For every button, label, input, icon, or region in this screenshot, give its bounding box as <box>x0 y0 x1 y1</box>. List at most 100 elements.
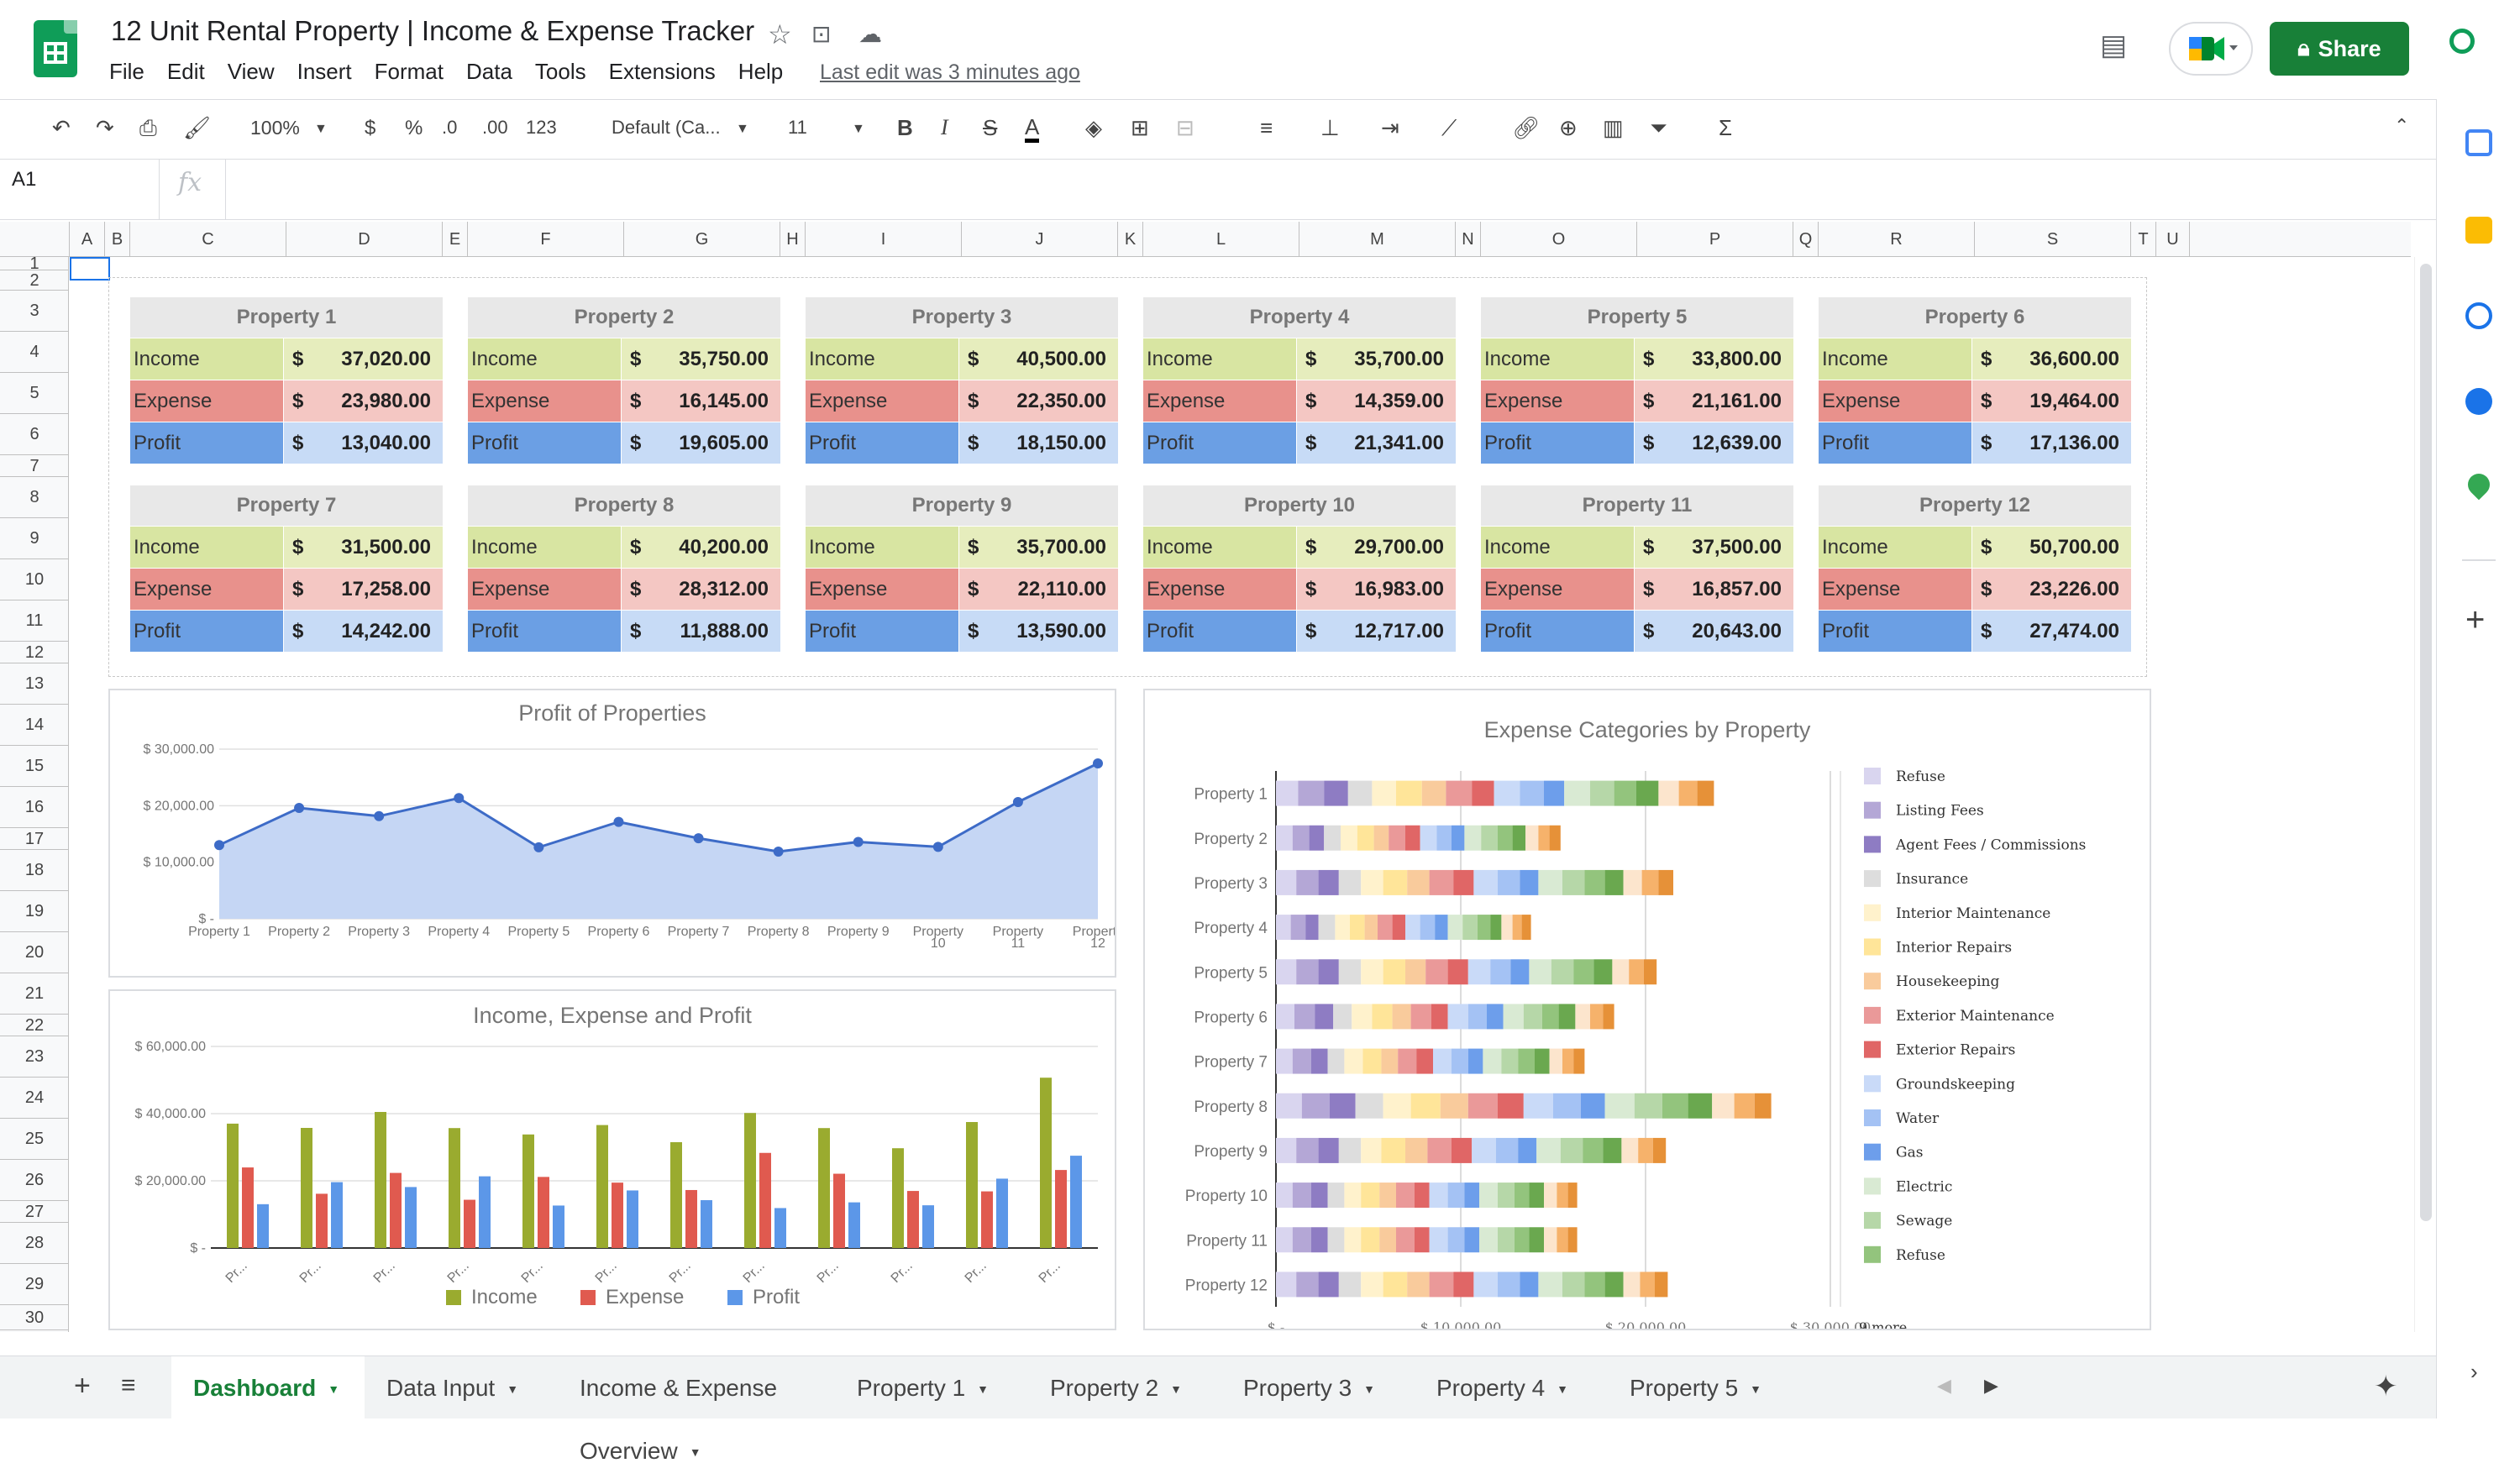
calendar-icon[interactable] <box>2465 129 2492 156</box>
font-dropdown-icon[interactable]: ▼ <box>736 122 749 137</box>
tabs-scroll-left-icon[interactable]: ◀ <box>1937 1375 1951 1397</box>
menu-edit[interactable]: Edit <box>167 59 205 85</box>
sheet-tab[interactable]: Income & Expense Overview ▼ <box>558 1356 835 1464</box>
print-icon[interactable]: ⎙ <box>139 115 157 142</box>
col-header-p[interactable]: P <box>1637 222 1793 257</box>
col-header-u[interactable]: U <box>2156 222 2190 257</box>
insert-link-icon[interactable]: 🔗︎ <box>1512 115 1540 141</box>
row-header-17[interactable]: 17 <box>0 828 69 850</box>
contacts-icon[interactable] <box>2465 388 2492 415</box>
percent-format[interactable]: % <box>405 117 423 140</box>
col-header-d[interactable]: D <box>286 222 443 257</box>
row-header-3[interactable]: 3 <box>0 291 69 332</box>
row-header-29[interactable]: 29 <box>0 1264 69 1305</box>
sheet-tab[interactable]: Property 2 ▼ <box>1028 1356 1221 1419</box>
strikethrough-icon[interactable]: S <box>983 115 997 141</box>
text-color-icon[interactable]: A <box>1025 115 1040 143</box>
row-header-22[interactable]: 22 <box>0 1015 69 1036</box>
row-header-23[interactable]: 23 <box>0 1036 69 1078</box>
formula-input[interactable] <box>225 160 2436 220</box>
row-header-5[interactable]: 5 <box>0 373 69 414</box>
menu-view[interactable]: View <box>228 59 275 85</box>
italic-icon[interactable]: I <box>941 115 948 140</box>
meet-button[interactable] <box>2169 22 2253 76</box>
font-select[interactable]: Default (Ca... <box>612 117 721 139</box>
comments-icon[interactable]: ▤ <box>2100 29 2127 62</box>
menu-tools[interactable]: Tools <box>535 59 586 85</box>
row-header-14[interactable]: 14 <box>0 705 69 746</box>
row-header-26[interactable]: 26 <box>0 1160 69 1201</box>
row-header-2[interactable]: 2 <box>0 270 69 291</box>
row-header-7[interactable]: 7 <box>0 455 69 477</box>
profit-chart[interactable]: Profit of Properties $ - $ 10,000.00 $ 20,… <box>108 689 1116 978</box>
text-rotation-icon[interactable]: ⟋ <box>1441 115 1457 142</box>
insert-comment-icon[interactable]: ⊕ <box>1559 115 1578 141</box>
col-header-g[interactable]: G <box>624 222 780 257</box>
row-header-18[interactable]: 18 <box>0 850 69 891</box>
zoom-select[interactable]: 100% <box>250 117 300 139</box>
tab-menu-icon[interactable]: ▼ <box>977 1382 989 1396</box>
add-sheet-icon[interactable]: + <box>74 1370 91 1403</box>
row-header-24[interactable]: 24 <box>0 1078 69 1119</box>
col-header-i[interactable]: I <box>806 222 962 257</box>
font-size-dropdown-icon[interactable]: ▼ <box>852 122 865 137</box>
col-header-e[interactable]: E <box>443 222 468 257</box>
col-header-s[interactable]: S <box>1975 222 2131 257</box>
currency-format[interactable]: $ <box>365 117 375 140</box>
menu-insert[interactable]: Insert <box>297 59 352 85</box>
row-header-4[interactable]: 4 <box>0 332 69 373</box>
increase-decimal[interactable]: .00 <box>482 117 508 139</box>
col-header-k[interactable]: K <box>1118 222 1143 257</box>
paint-format-icon[interactable]: 🖌︎ <box>183 115 211 141</box>
col-header-h[interactable]: H <box>780 222 806 257</box>
bold-icon[interactable]: B <box>897 115 913 141</box>
sheet-tab[interactable]: Data Input ▼ <box>365 1356 558 1419</box>
row-header-1[interactable]: 1 <box>0 255 69 272</box>
col-header-j[interactable]: J <box>962 222 1118 257</box>
tab-menu-icon[interactable]: ▼ <box>1170 1382 1182 1396</box>
row-header-11[interactable]: 11 <box>0 600 69 642</box>
document-title[interactable]: 12 Unit Rental Property | Income & Expen… <box>111 15 754 47</box>
cloud-status-icon[interactable]: ☁ <box>858 20 882 48</box>
keep-icon[interactable] <box>2465 217 2492 244</box>
last-edit-link[interactable]: Last edit was 3 minutes ago <box>820 60 1080 85</box>
col-header-t[interactable]: T <box>2131 222 2156 257</box>
maps-icon[interactable] <box>2463 469 2495 501</box>
insert-chart-icon[interactable]: ▥ <box>1603 115 1624 141</box>
row-header-28[interactable]: 28 <box>0 1223 69 1264</box>
account-avatar[interactable] <box>2449 29 2475 54</box>
col-header-q[interactable]: Q <box>1793 222 1819 257</box>
get-addons-icon[interactable]: + <box>2465 601 2485 639</box>
borders-icon[interactable]: ⊞ <box>1131 115 1149 141</box>
horizontal-scrollbar[interactable] <box>70 1335 2413 1354</box>
menu-extensions[interactable]: Extensions <box>609 59 716 85</box>
all-sheets-icon[interactable]: ≡ <box>121 1371 136 1400</box>
text-wrap-icon[interactable]: ⇥ <box>1381 115 1399 141</box>
sheet-tab[interactable]: Property 3 ▼ <box>1221 1356 1415 1419</box>
collapse-toolbar-icon[interactable]: ⌃ <box>2394 115 2409 137</box>
tab-menu-icon[interactable]: ▼ <box>1557 1382 1568 1396</box>
col-header-b[interactable]: B <box>105 222 130 257</box>
menu-data[interactable]: Data <box>466 59 512 85</box>
menu-format[interactable]: Format <box>375 59 444 85</box>
selected-cell-a1[interactable] <box>70 257 110 281</box>
row-header-13[interactable]: 13 <box>0 663 69 705</box>
row-header-15[interactable]: 15 <box>0 746 69 787</box>
share-button[interactable]: 🔒︎ Share <box>2270 22 2409 76</box>
row-header-6[interactable]: 6 <box>0 414 69 455</box>
tab-menu-icon[interactable]: ▼ <box>1750 1382 1761 1396</box>
tab-menu-icon[interactable]: ▼ <box>690 1445 701 1459</box>
row-header-10[interactable]: 10 <box>0 559 69 600</box>
col-header-f[interactable]: F <box>468 222 624 257</box>
move-folder-icon[interactable]: ⊡ <box>811 20 831 48</box>
redo-icon[interactable]: ↷ <box>96 115 114 141</box>
tasks-icon[interactable] <box>2465 302 2492 329</box>
sheets-logo-icon[interactable] <box>34 20 77 77</box>
vertical-scrollbar[interactable] <box>2414 257 2436 1332</box>
expense-categories-chart[interactable]: Expense Categories by Property $ - $ 10,0… <box>1143 689 2151 1330</box>
col-header-m[interactable]: M <box>1299 222 1456 257</box>
explore-icon[interactable]: ✦ <box>2374 1370 2398 1403</box>
col-header-a[interactable]: A <box>70 222 105 257</box>
row-header-27[interactable]: 27 <box>0 1201 69 1223</box>
font-size-select[interactable]: 11 <box>788 117 807 139</box>
